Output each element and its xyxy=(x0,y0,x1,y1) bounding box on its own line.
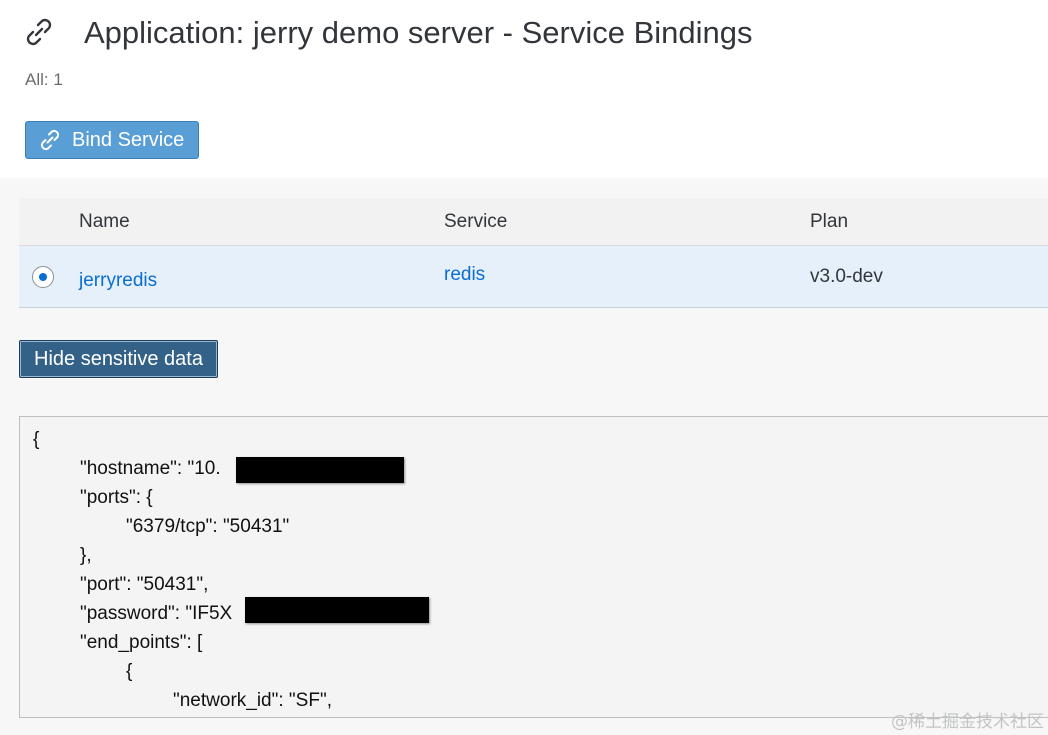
column-header-plan[interactable]: Plan xyxy=(810,211,848,233)
credentials-code-box[interactable]: { "hostname": "10. "ports": { "6379/tcp"… xyxy=(19,416,1048,718)
item-count: All: 1 xyxy=(25,70,63,89)
bind-service-label: Bind Service xyxy=(72,128,185,151)
watermark: @稀土掘金技术社区 xyxy=(891,712,1044,732)
binding-name-link[interactable]: jerryredis xyxy=(79,270,157,292)
code-line: "6379/tcp": "50431" xyxy=(126,516,290,537)
service-bindings-page: Application: jerry demo server - Service… xyxy=(0,0,1048,735)
table-header: Name Service Plan xyxy=(19,198,1048,246)
redaction-block xyxy=(245,597,429,623)
code-line: "end_points": [ xyxy=(80,632,203,653)
code-line: { xyxy=(33,429,40,450)
column-header-name[interactable]: Name xyxy=(79,211,130,233)
code-line: "hostname": "10. xyxy=(80,458,221,479)
service-link[interactable]: redis xyxy=(444,264,485,286)
link-icon xyxy=(40,129,60,151)
code-line: "password": "IF5X xyxy=(80,603,233,624)
bindings-table: Name Service Plan jerryredis redis v3.0-… xyxy=(19,198,1048,310)
table-row[interactable]: jerryredis redis v3.0-dev xyxy=(19,246,1048,308)
code-line: "network_id": "SF", xyxy=(173,690,332,711)
code-line: "ports": { xyxy=(80,487,153,508)
code-line: { xyxy=(126,661,133,682)
bind-service-button[interactable]: Bind Service xyxy=(25,121,199,159)
link-icon xyxy=(26,18,52,46)
redaction-block xyxy=(236,457,404,483)
code-line: }, xyxy=(80,545,92,566)
hide-sensitive-data-button[interactable]: Hide sensitive data xyxy=(19,340,218,378)
plan-value: v3.0-dev xyxy=(810,266,883,287)
page-title: Application: jerry demo server - Service… xyxy=(84,15,753,50)
code-line: "port": "50431", xyxy=(80,574,209,595)
column-header-service[interactable]: Service xyxy=(444,211,507,233)
row-select-radio[interactable] xyxy=(32,266,54,288)
